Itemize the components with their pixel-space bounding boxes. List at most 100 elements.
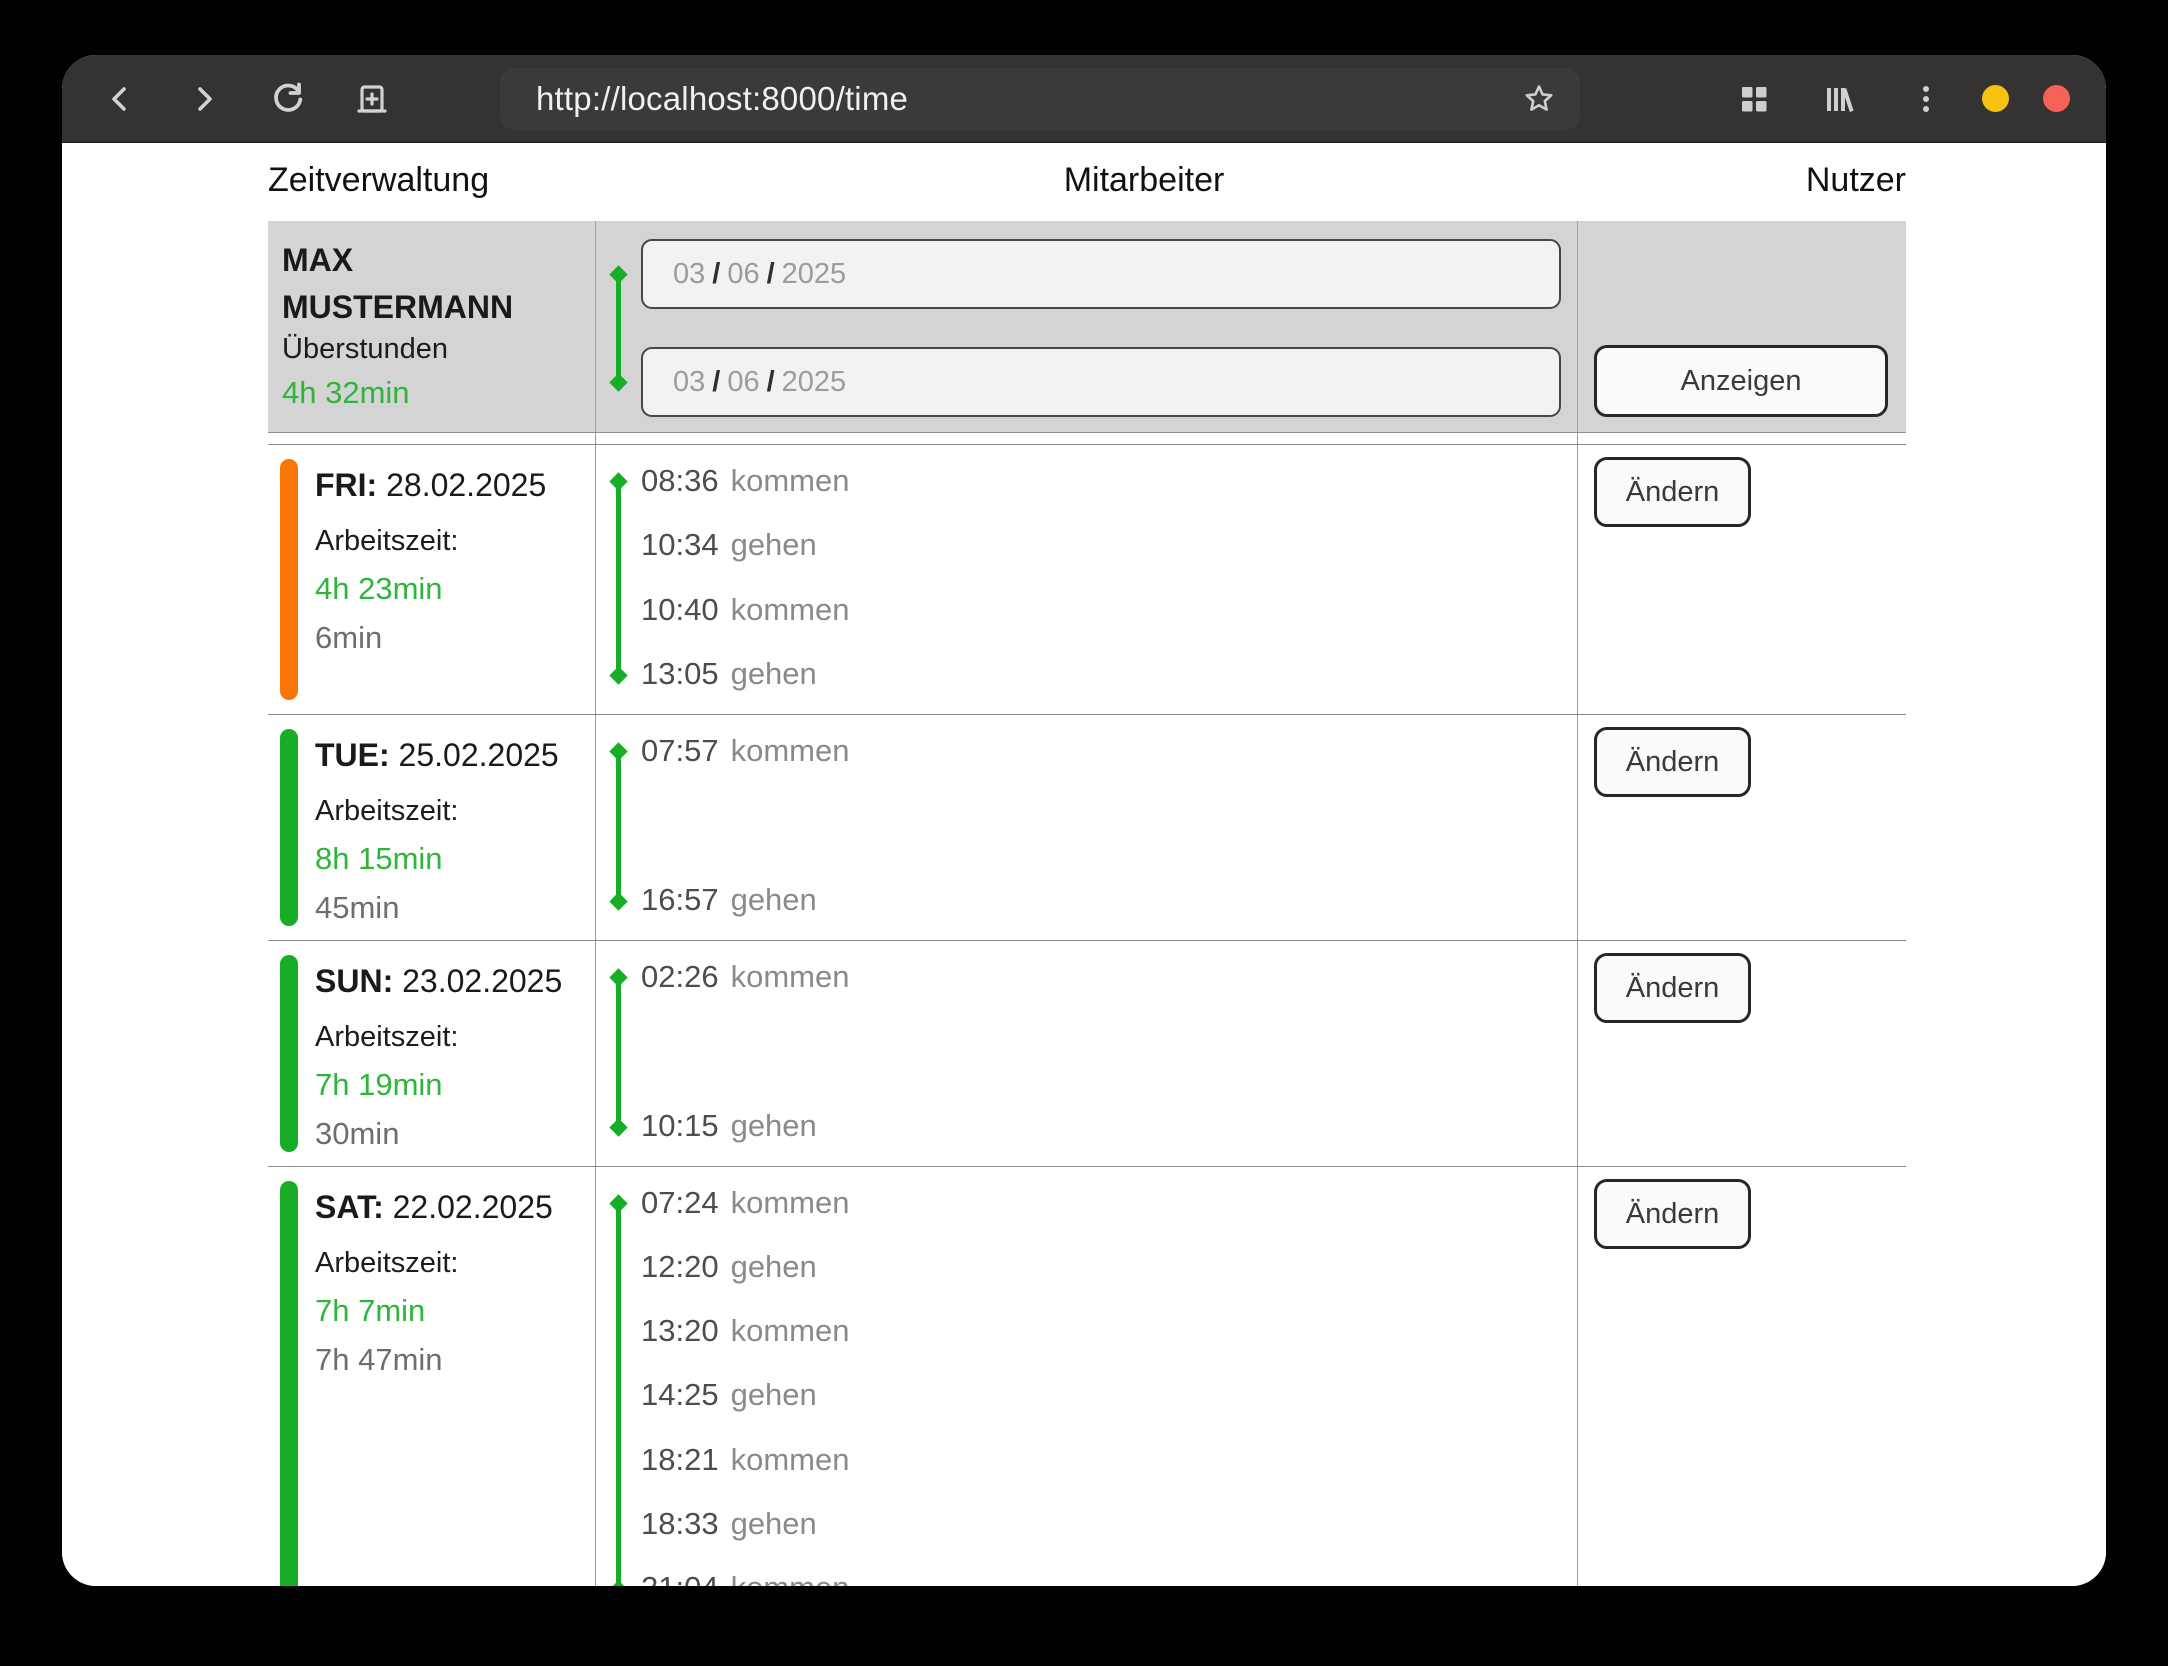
time-kind: kommen — [731, 1442, 850, 1478]
day-status-bar — [280, 729, 298, 926]
time-kind: gehen — [731, 882, 817, 918]
day-title: FRI: 28.02.2025 — [315, 467, 546, 504]
aendern-button[interactable]: Ändern — [1594, 457, 1751, 527]
nav-item-mitarbeiter[interactable]: Mitarbeiter — [1064, 161, 1225, 200]
url-bar[interactable]: http://localhost:8000/time — [500, 68, 1580, 130]
time-kind: gehen — [731, 1249, 817, 1285]
time-kind: gehen — [731, 1108, 817, 1144]
time-kind: gehen — [731, 527, 817, 563]
toolbar-right-group — [1690, 77, 2070, 121]
day-row: SAT: 22.02.2025Arbeitszeit:7h 7min7h 47m… — [268, 1166, 1906, 1586]
time-value: 14:25 — [641, 1377, 719, 1413]
overtime-value: 4h 32min — [282, 375, 410, 411]
time-entry: 18:33 gehen — [596, 1493, 1577, 1555]
employee-info-cell: MAX MUSTERMANN Überstunden 4h 32min — [268, 221, 595, 432]
minimize-window-button[interactable] — [1982, 85, 2009, 112]
times-cell: 07:24kommen12:20gehen13:20kommen14:25geh… — [595, 1167, 1577, 1586]
worktime-label: Arbeitszeit: — [315, 795, 559, 828]
day-status-bar — [280, 955, 298, 1152]
time-value: 07:57 — [641, 733, 719, 769]
time-kind: kommen — [731, 592, 850, 628]
tab-overview-button[interactable] — [1732, 77, 1776, 121]
time-value: 18:33 — [641, 1506, 719, 1542]
time-entry: 07:57 kommen — [596, 720, 1577, 782]
time-kind: gehen — [731, 1506, 817, 1542]
card-row-spacer — [268, 433, 1906, 444]
library-button[interactable] — [1818, 77, 1862, 121]
pause-value: 7h 47min — [315, 1342, 553, 1378]
aendern-button[interactable]: Ändern — [1594, 1179, 1751, 1249]
worktime-value: 7h 19min — [315, 1067, 562, 1103]
day-row: FRI: 28.02.2025Arbeitszeit:4h 23min6min0… — [268, 444, 1906, 714]
time-kind: kommen — [731, 463, 850, 499]
time-kind: kommen — [731, 733, 850, 769]
date-from-input[interactable]: 03/06/2025 — [641, 239, 1561, 309]
bookmark-star-icon[interactable] — [1522, 82, 1556, 116]
time-entry: 07:24kommen — [596, 1172, 1577, 1234]
worktime-value: 4h 23min — [315, 571, 546, 607]
day-title: SAT: 22.02.2025 — [315, 1189, 553, 1226]
overtime-label: Überstunden — [282, 333, 448, 366]
worktime-value: 7h 7min — [315, 1293, 553, 1329]
time-value: 13:20 — [641, 1313, 719, 1349]
time-table: MAX MUSTERMANN Überstunden 4h 32min 03/0… — [268, 221, 1906, 1586]
pause-value: 30min — [315, 1116, 562, 1152]
anzeigen-button[interactable]: Anzeigen — [1594, 345, 1888, 417]
row-action-cell: Ändern — [1577, 1167, 1906, 1586]
date-to-input[interactable]: 03/06/2025 — [641, 347, 1561, 417]
top-navigation: Zeitverwaltung Mitarbeiter Nutzer — [268, 161, 1906, 205]
forward-button[interactable] — [182, 77, 226, 121]
nav-item-zeitverwaltung[interactable]: Zeitverwaltung — [268, 161, 489, 200]
time-value: 08:36 — [641, 463, 719, 499]
time-kind: kommen — [731, 1313, 850, 1349]
time-entry: 13:05gehen — [596, 643, 1577, 705]
time-entry: 10:34 gehen — [596, 514, 1577, 576]
row-action-cell: Ändern — [1577, 445, 1906, 714]
time-entry: 10:40kommen — [596, 579, 1577, 641]
time-entry: 13:20 kommen — [596, 1300, 1577, 1362]
back-icon — [103, 82, 137, 116]
time-value: 18:21 — [641, 1442, 719, 1478]
time-entry: 02:26kommen — [596, 946, 1577, 1008]
aendern-button[interactable]: Ändern — [1594, 953, 1751, 1023]
day-title: SUN: 23.02.2025 — [315, 963, 562, 1000]
employee-name: MAX MUSTERMANN — [282, 237, 513, 331]
day-info-cell: SUN: 23.02.2025 Arbeitszeit: 7h 19min 30min — [268, 941, 595, 1166]
worktime-value: 8h 15min — [315, 841, 559, 877]
day-row: SUN: 23.02.2025 Arbeitszeit: 7h 19min 30min… — [268, 940, 1906, 1166]
browser-window: http://localhost:8000/time — [62, 55, 2106, 1586]
menu-button[interactable] — [1904, 77, 1948, 121]
grid-icon — [1737, 82, 1771, 116]
reload-button[interactable] — [266, 77, 310, 121]
back-button[interactable] — [98, 77, 142, 121]
time-value: 10:34 — [641, 527, 719, 563]
time-kind: kommen — [731, 959, 850, 995]
time-entry: 08:36 kommen — [596, 450, 1577, 512]
day-info-cell: FRI: 28.02.2025Arbeitszeit:4h 23min6min — [268, 445, 595, 714]
screenshot-stage: http://localhost:8000/time — [0, 0, 2168, 1666]
library-icon — [1821, 80, 1859, 118]
new-tab-button[interactable] — [350, 77, 394, 121]
employee-header-card: MAX MUSTERMANN Überstunden 4h 32min 03/0… — [268, 221, 1906, 433]
aendern-button[interactable]: Ändern — [1594, 727, 1751, 797]
pause-value: 6min — [315, 620, 546, 656]
time-kind: gehen — [731, 1377, 817, 1413]
row-action-cell: Ändern — [1577, 941, 1906, 1166]
time-kind: gehen — [731, 656, 817, 692]
header-action-cell: Anzeigen — [1577, 221, 1906, 432]
time-entry: 18:21 kommen — [596, 1429, 1577, 1491]
nav-item-nutzer[interactable]: Nutzer — [1806, 161, 1906, 200]
url-text: http://localhost:8000/time — [536, 80, 908, 118]
worktime-label: Arbeitszeit: — [315, 1021, 562, 1054]
times-cell: 02:26kommen10:15gehen — [595, 941, 1577, 1166]
time-entry: 14:25 gehen — [596, 1364, 1577, 1426]
row-action-cell: Ändern — [1577, 715, 1906, 940]
webpage: Zeitverwaltung Mitarbeiter Nutzer MAX MU… — [62, 143, 2106, 1586]
date-range-timeline — [616, 274, 621, 382]
kebab-menu-icon — [1909, 82, 1943, 116]
close-window-button[interactable] — [2043, 85, 2070, 112]
day-title: TUE: 25.02.2025 — [315, 737, 559, 774]
times-cell: 08:36 kommen 10:34 gehen 10:40kommen13:05geh… — [595, 445, 1577, 714]
time-entry: 16:57gehen — [596, 869, 1577, 931]
time-value: 21:04 — [641, 1570, 719, 1586]
